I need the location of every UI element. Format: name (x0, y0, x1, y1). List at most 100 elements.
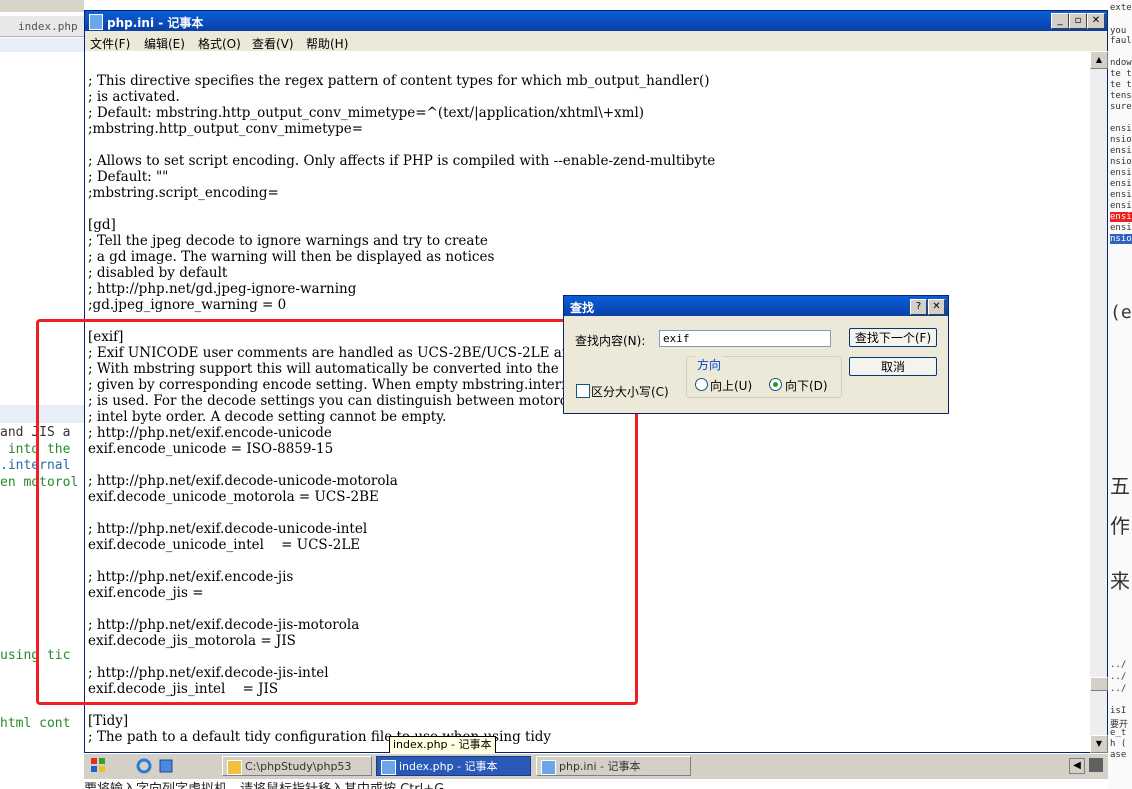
background-code-fragment: .internal (0, 458, 71, 473)
taskbar-item-label: index.php - 记事本 (399, 760, 498, 773)
match-case-checkbox[interactable] (576, 384, 590, 398)
quick-launch-icon[interactable] (158, 758, 174, 774)
scroll-thumb[interactable] (1090, 677, 1108, 691)
direction-label: 方向 (695, 356, 724, 373)
editor-line: ; is activated. (88, 89, 180, 105)
editor-line: exif.decode_jis_intel = JIS (88, 681, 279, 697)
editor-line: ; intel byte order. A decode setting can… (88, 409, 447, 425)
taskbar-item-php-ini[interactable]: php.ini - 记事本 (536, 756, 691, 776)
maximize-button[interactable]: ▫ (1069, 13, 1087, 29)
editor-line: [Tidy] (88, 713, 129, 729)
scroll-up-arrow[interactable]: ▲ (1090, 51, 1108, 69)
editor-line: exif.encode_jis = (88, 585, 204, 601)
editor-line: ; http://php.net/exif.decode-unicode-int… (88, 521, 368, 537)
scroll-down-arrow[interactable]: ▼ (1090, 735, 1108, 753)
background-tab[interactable]: index.php (0, 16, 84, 37)
editor-line: ; http://php.net/exif.decode-unicode-mot… (88, 473, 398, 489)
editor-line: ; Allows to set script encoding. Only af… (88, 153, 716, 169)
internet-explorer-icon[interactable] (136, 758, 152, 774)
background-text: ../ (1110, 660, 1127, 670)
menu-file[interactable]: 文件(F) (90, 35, 130, 52)
taskbar-tooltip: index.php - 记事本 (389, 736, 496, 754)
editor-line: ; http://php.net/exif.encode-jis (88, 569, 294, 585)
cancel-button[interactable]: 取消 (849, 357, 937, 376)
background-text: faul (1110, 36, 1132, 46)
taskbar-item-explorer[interactable]: C:\phpStudy\php53 (222, 756, 372, 776)
title-bar[interactable]: php.ini - 记事本 _ ▫ ✕ (85, 11, 1107, 31)
editor-line: ; http://php.net/exif.decode-jis-intel (88, 665, 329, 681)
windows-logo-icon[interactable] (90, 757, 106, 773)
tray-arrow-icon[interactable]: ◀ (1069, 758, 1085, 774)
background-text: ase (1110, 750, 1127, 760)
background-text: ensio (1110, 168, 1132, 178)
background-text: (ex (1110, 302, 1132, 323)
vertical-scrollbar[interactable]: ▲ ▼ (1090, 51, 1108, 753)
background-text: ensio (1110, 146, 1132, 156)
close-button[interactable]: ✕ (1087, 13, 1105, 29)
editor-line: ; a gd image. The warning will then be d… (88, 249, 495, 265)
background-highlight-band (0, 405, 84, 423)
background-text: ../ (1110, 672, 1127, 682)
background-text: exten (1110, 3, 1132, 13)
editor-line: ; With mbstring support this will automa… (88, 361, 626, 377)
background-code-fragment: html cont (0, 716, 71, 731)
editor-line: [gd] (88, 217, 116, 233)
menu-view[interactable]: 查看(V) (252, 35, 294, 52)
editor-line: exif.decode_jis_motorola = JIS (88, 633, 296, 649)
background-text: 来 (1110, 569, 1130, 593)
background-text: nsio (1110, 157, 1132, 167)
editor-line: ; is used. For the decode settings you c… (88, 393, 610, 409)
match-case-label: 区分大小写(C) (591, 385, 669, 399)
taskbar-item-index-php[interactable]: index.php - 记事本 (376, 756, 531, 776)
find-dialog-title-bar[interactable]: 查找 ? ✕ (564, 296, 948, 316)
tray-icon[interactable] (1089, 758, 1103, 772)
background-code-fragment: into the (0, 442, 71, 457)
editor-line: ; This directive specifies the regex pat… (88, 73, 710, 89)
notepad-icon (381, 760, 396, 775)
background-text: ensio (1110, 223, 1132, 233)
background-text: ensio (1110, 124, 1132, 134)
menu-help[interactable]: 帮助(H) (306, 35, 348, 52)
editor-line: [exif] (88, 329, 124, 345)
editor-line: ; Default: "" (88, 169, 169, 185)
editor-line: ;gd.jpeg_ignore_warning = 0 (88, 297, 287, 313)
background-text: tens (1110, 91, 1132, 101)
find-next-button[interactable]: 查找下一个(F) (849, 328, 937, 347)
background-text: sure (1110, 102, 1132, 112)
direction-down-radio[interactable] (769, 378, 782, 391)
editor-line: exif.encode_unicode = ISO-8859-15 (88, 441, 334, 457)
taskbar: C:\phpStudy\php53 index.php - 记事本 php.in… (84, 753, 1108, 779)
background-window-left: index.php and JIS a into the .internal e… (0, 0, 84, 789)
help-button[interactable]: ? (910, 299, 927, 315)
direction-up-label: 向上(U) (710, 379, 753, 393)
editor-line: ;mbstring.script_encoding= (88, 185, 279, 201)
editor-line: ; http://php.net/exif.decode-jis-motorol… (88, 617, 360, 633)
editor-line: ; http://php.net/gd.jpeg-ignore-warning (88, 281, 357, 297)
dialog-close-button[interactable]: ✕ (928, 299, 945, 315)
find-what-input[interactable] (659, 330, 831, 347)
background-text: ../ (1110, 684, 1127, 694)
background-code-fragment: and JIS a (0, 425, 71, 440)
minimize-button[interactable]: _ (1051, 13, 1069, 29)
menu-format[interactable]: 格式(O) (198, 35, 241, 52)
editor-line: ; Tell the jpeg decode to ignore warning… (88, 233, 488, 249)
editor-line: exif.decode_unicode_intel = UCS-2LE (88, 537, 361, 553)
menu-bar: 文件(F) 编辑(E) 格式(O) 查看(V) 帮助(H) (85, 31, 1107, 51)
vm-status-text: 要将输入字向列字虚拟机，请将鼠标指针移入其中或按 Ctrl+G。 (84, 779, 1108, 789)
background-text: ensio (1110, 201, 1132, 211)
background-highlight-band (0, 38, 84, 52)
direction-up-radio[interactable] (695, 378, 708, 391)
background-window-right: exten you faul ndow te th te th tens sur… (1108, 0, 1132, 789)
find-what-label: 查找内容(N): (575, 334, 646, 348)
folder-icon (227, 760, 242, 775)
background-text: 五 (1110, 474, 1130, 498)
background-text: isI (1110, 706, 1127, 716)
background-text: 作 (1110, 514, 1130, 538)
taskbar-item-label: C:\phpStudy\php53 (245, 760, 352, 773)
menu-edit[interactable]: 编辑(E) (144, 35, 185, 52)
editor-line: ; Default: mbstring.http_output_conv_mim… (88, 105, 645, 121)
background-text: h ( (1110, 739, 1127, 749)
notepad-icon (89, 14, 103, 30)
editor-line: ;mbstring.http_output_conv_mimetype= (88, 121, 364, 137)
notepad-icon (541, 760, 556, 775)
